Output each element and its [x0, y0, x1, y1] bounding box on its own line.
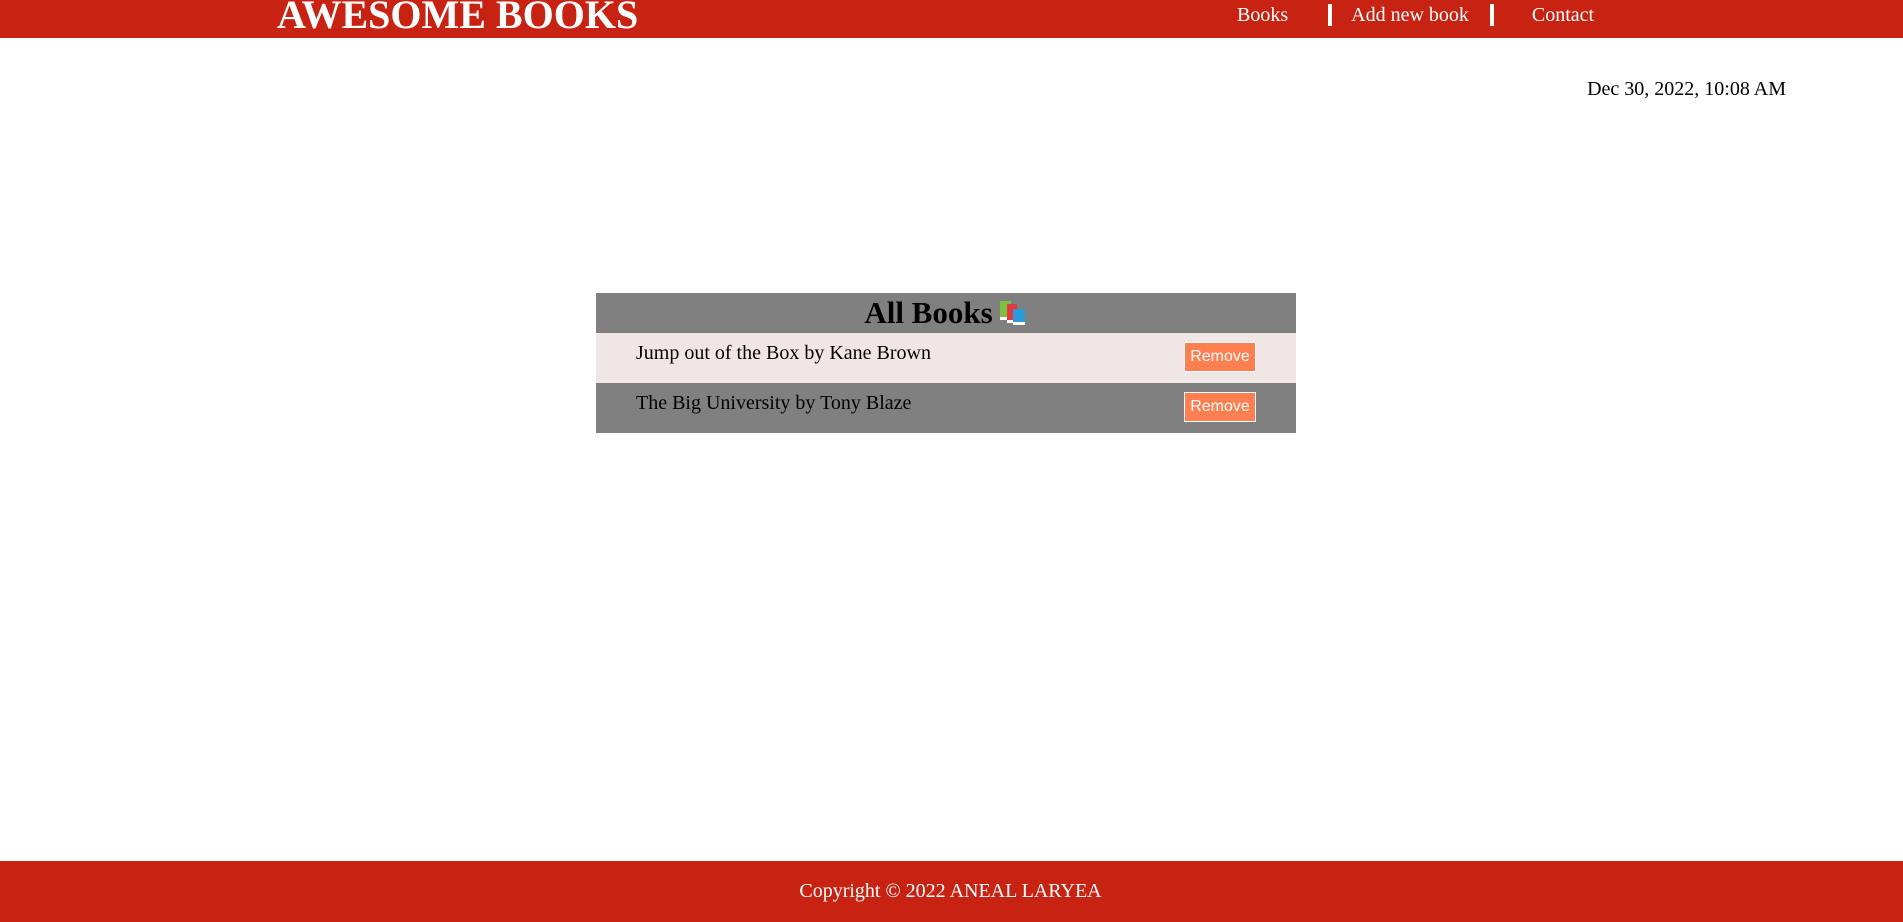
main-nav: Books Add new book Contact: [1200, 0, 1594, 30]
book-entry-text: The Big University by Tony Blaze: [636, 392, 912, 414]
books-list-panel: All Books Jump out of the Box by Kane Br…: [596, 293, 1296, 433]
nav-books-link[interactable]: Books: [1237, 4, 1288, 27]
site-logo: AWESOME BOOKS: [277, 0, 639, 37]
site-header: AWESOME BOOKS Books Add new book Contact: [0, 0, 1903, 38]
nav-contact-link[interactable]: Contact: [1532, 4, 1594, 27]
nav-add-book-link[interactable]: Add new book: [1351, 4, 1469, 27]
site-footer: Copyright © 2022 ANEAL LARYEA: [0, 861, 1903, 922]
book-list-item: Jump out of the Box by Kane Brown Remove: [596, 333, 1296, 383]
copyright-text: Copyright © 2022 ANEAL LARYEA: [799, 880, 1102, 902]
current-datetime: Dec 30, 2022, 10:08 AM: [1587, 78, 1786, 100]
books-emoji-icon: [999, 301, 1025, 325]
book-entry-text: Jump out of the Box by Kane Brown: [636, 342, 931, 364]
nav-divider: [1489, 4, 1494, 26]
nav-divider: [1328, 4, 1333, 26]
book-list-item: The Big University by Tony Blaze Remove: [596, 383, 1296, 433]
books-list-title: All Books: [596, 293, 1296, 333]
remove-book-button[interactable]: Remove: [1184, 342, 1256, 372]
remove-book-button[interactable]: Remove: [1184, 392, 1256, 422]
books-title-text: All Books: [864, 295, 993, 330]
